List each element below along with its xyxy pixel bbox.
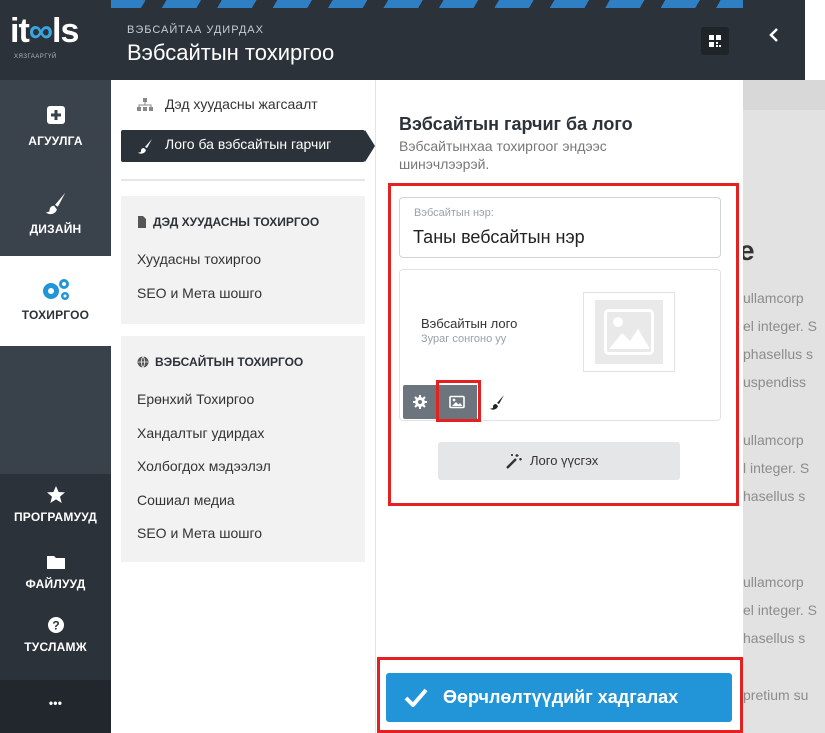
preview-text-line: el integer. S xyxy=(743,602,817,618)
save-changes-button[interactable]: Өөрчлөлтүүдийг хадгалах xyxy=(386,673,732,722)
preview-text-line: ullamcorp xyxy=(743,432,804,448)
create-logo-button[interactable]: Лого үүсгэх xyxy=(438,442,680,480)
file-icon xyxy=(138,216,146,228)
star-icon xyxy=(46,486,65,503)
preview-text-line: pretium su xyxy=(743,687,809,703)
page-settings-heading: ДЭД ХУУДАСНЫ ТОХИРГОО xyxy=(137,215,319,229)
submenu-divider xyxy=(121,179,365,181)
brush-icon xyxy=(138,139,152,154)
create-logo-label: Лого үүсгэх xyxy=(530,453,599,468)
preview-text-line: el integer. S xyxy=(743,318,817,334)
brand-wordmark: it∞ls xyxy=(10,12,79,50)
submenu-social-media[interactable]: Сошиал медиа xyxy=(137,492,235,508)
qr-code-icon xyxy=(709,35,721,47)
rail-item-settings[interactable]: ТОХИРГОО xyxy=(0,256,111,346)
magic-wand-icon xyxy=(506,454,522,469)
question-circle-icon: ? xyxy=(47,617,64,633)
folder-icon xyxy=(46,556,65,569)
collapse-panel-button[interactable] xyxy=(743,0,805,80)
image-button-highlight xyxy=(436,380,481,422)
preview-text-line: hasellus s xyxy=(743,630,806,646)
submenu-page-settings[interactable]: Хуудасны тохиргоо xyxy=(137,251,261,267)
save-changes-label: Өөрчлөлтүүдийг хадгалах xyxy=(443,687,679,707)
site-settings-heading: ВЭБСАЙТЫН ТОХИРГОО xyxy=(137,355,303,369)
submenu-sitemap[interactable]: Дэд хуудасны жагсаалт xyxy=(121,90,365,120)
submenu-sitemap-label: Дэд хуудасны жагсаалт xyxy=(165,96,318,112)
brush-icon xyxy=(490,395,504,410)
page-settings-group: ДЭД ХУУДАСНЫ ТОХИРГОО Хуудасны тохиргоо … xyxy=(121,196,365,324)
logo-card: Вэбсайтын лого Зураг сонгоно уу xyxy=(399,269,721,422)
submenu-general-settings[interactable]: Ерөнхий Тохиргоо xyxy=(137,391,254,407)
brand-tagline: ХЯЗГААРГҮЙ xyxy=(14,54,57,60)
preview-text-line: uspendiss xyxy=(743,374,807,390)
more-dots-icon: ••• xyxy=(48,696,63,710)
rail-label: АГУУЛГА xyxy=(28,134,83,148)
gears-icon xyxy=(42,279,69,300)
preview-text-line: phasellus s xyxy=(743,346,814,362)
checkmark-icon xyxy=(404,688,428,707)
logo-title-panel: Вэбсайтын гарчиг ба лого Вэбсайтынхаа то… xyxy=(375,80,743,733)
rail-item-design[interactable]: ДИЗАЙН xyxy=(0,170,111,256)
preview-text-line: l integer. S xyxy=(743,460,810,476)
site-name-field[interactable]: Вэбсайтын нэр: xyxy=(399,197,721,258)
header-stripes xyxy=(111,0,743,8)
rail-label: ФАЙЛУУД xyxy=(25,577,86,591)
gear-icon xyxy=(413,395,427,409)
rail-item-help[interactable]: ? ТУСЛАМЖ xyxy=(0,614,111,674)
logo-thumbnail-placeholder xyxy=(595,300,663,364)
globe-icon xyxy=(137,356,149,368)
rail-item-components[interactable]: АГУУЛГА xyxy=(0,80,111,170)
rail-label: ПРОГРАМУУД xyxy=(13,510,98,524)
site-settings-group: ВЭБСАЙТЫН ТОХИРГОО Ерөнхий Тохиргоо Ханд… xyxy=(121,336,365,562)
preview-band xyxy=(743,80,825,110)
preview-heading: e xyxy=(743,235,755,266)
rail-item-more[interactable]: ••• xyxy=(0,680,111,733)
site-name-input[interactable] xyxy=(413,227,703,248)
sitemap-icon xyxy=(137,98,153,111)
svg-text:?: ? xyxy=(52,619,59,633)
chevron-left-icon xyxy=(769,28,778,42)
rail-spacer xyxy=(0,346,111,474)
rail-label: ДИЗАЙН xyxy=(29,222,82,236)
submenu-site-seo[interactable]: SEO и Мета шошго xyxy=(137,525,262,541)
plus-square-icon xyxy=(46,106,65,124)
panel-subtitle: Вэбсайтынхаа тохиргоог эндээс шинэчлээрэ… xyxy=(399,138,607,172)
panel-header: ВЭБСАЙТАА УДИРДАХ Вэбсайтын тохиргоо xyxy=(111,0,743,80)
rail-item-files[interactable]: ФАЙЛУУД xyxy=(0,551,111,607)
header-kicker: ВЭБСАЙТАА УДИРДАХ xyxy=(127,24,264,36)
logo-card-hint: Зураг сонгоно уу xyxy=(421,333,507,345)
rail-label: ТУСЛАМЖ xyxy=(24,640,87,654)
rail-label: ТОХИРГОО xyxy=(21,308,90,322)
submenu-logo-title-label: Лого ба вэбсайтын гарчиг xyxy=(165,136,332,152)
rail-item-apps[interactable]: ПРОГРАМУУД xyxy=(0,484,111,546)
brand-logo[interactable]: it∞ls ХЯЗГААРГҮЙ xyxy=(0,0,111,80)
image-placeholder-icon xyxy=(604,309,654,355)
qr-code-button[interactable] xyxy=(701,27,729,55)
settings-submenu: Дэд хуудасны жагсаалт Лого ба вэбсайтын … xyxy=(111,80,375,733)
page-title: Вэбсайтын тохиргоо xyxy=(127,40,335,65)
submenu-logo-title[interactable]: Лого ба вэбсайтын гарчиг xyxy=(121,130,375,162)
preview-text-line: ullamcorp xyxy=(743,290,804,306)
submenu-page-seo[interactable]: SEO и Мета шошго xyxy=(137,285,262,301)
site-name-label: Вэбсайтын нэр: xyxy=(414,207,494,219)
logo-style-button[interactable] xyxy=(477,385,517,419)
paint-brush-icon xyxy=(45,192,65,215)
side-rail: it∞ls ХЯЗГААРГҮЙ АГУУЛГА ДИЗАЙН ТОХИРГОО… xyxy=(0,0,111,733)
panel-title: Вэбсайтын гарчиг ба лого xyxy=(399,114,633,134)
submenu-access-control[interactable]: Хандалтыг удирдах xyxy=(137,425,264,441)
preview-text-line: hasellus s xyxy=(743,488,806,504)
preview-text-line: ullamcorp xyxy=(743,574,804,590)
logo-thumbnail[interactable] xyxy=(583,292,675,372)
logo-settings-button[interactable] xyxy=(403,385,437,419)
site-preview: e ullamcorp el integer. S phasellus s us… xyxy=(743,80,825,733)
submenu-contact-info[interactable]: Холбогдох мэдээлэл xyxy=(137,458,271,474)
logo-card-title: Вэбсайтын лого xyxy=(421,316,518,331)
